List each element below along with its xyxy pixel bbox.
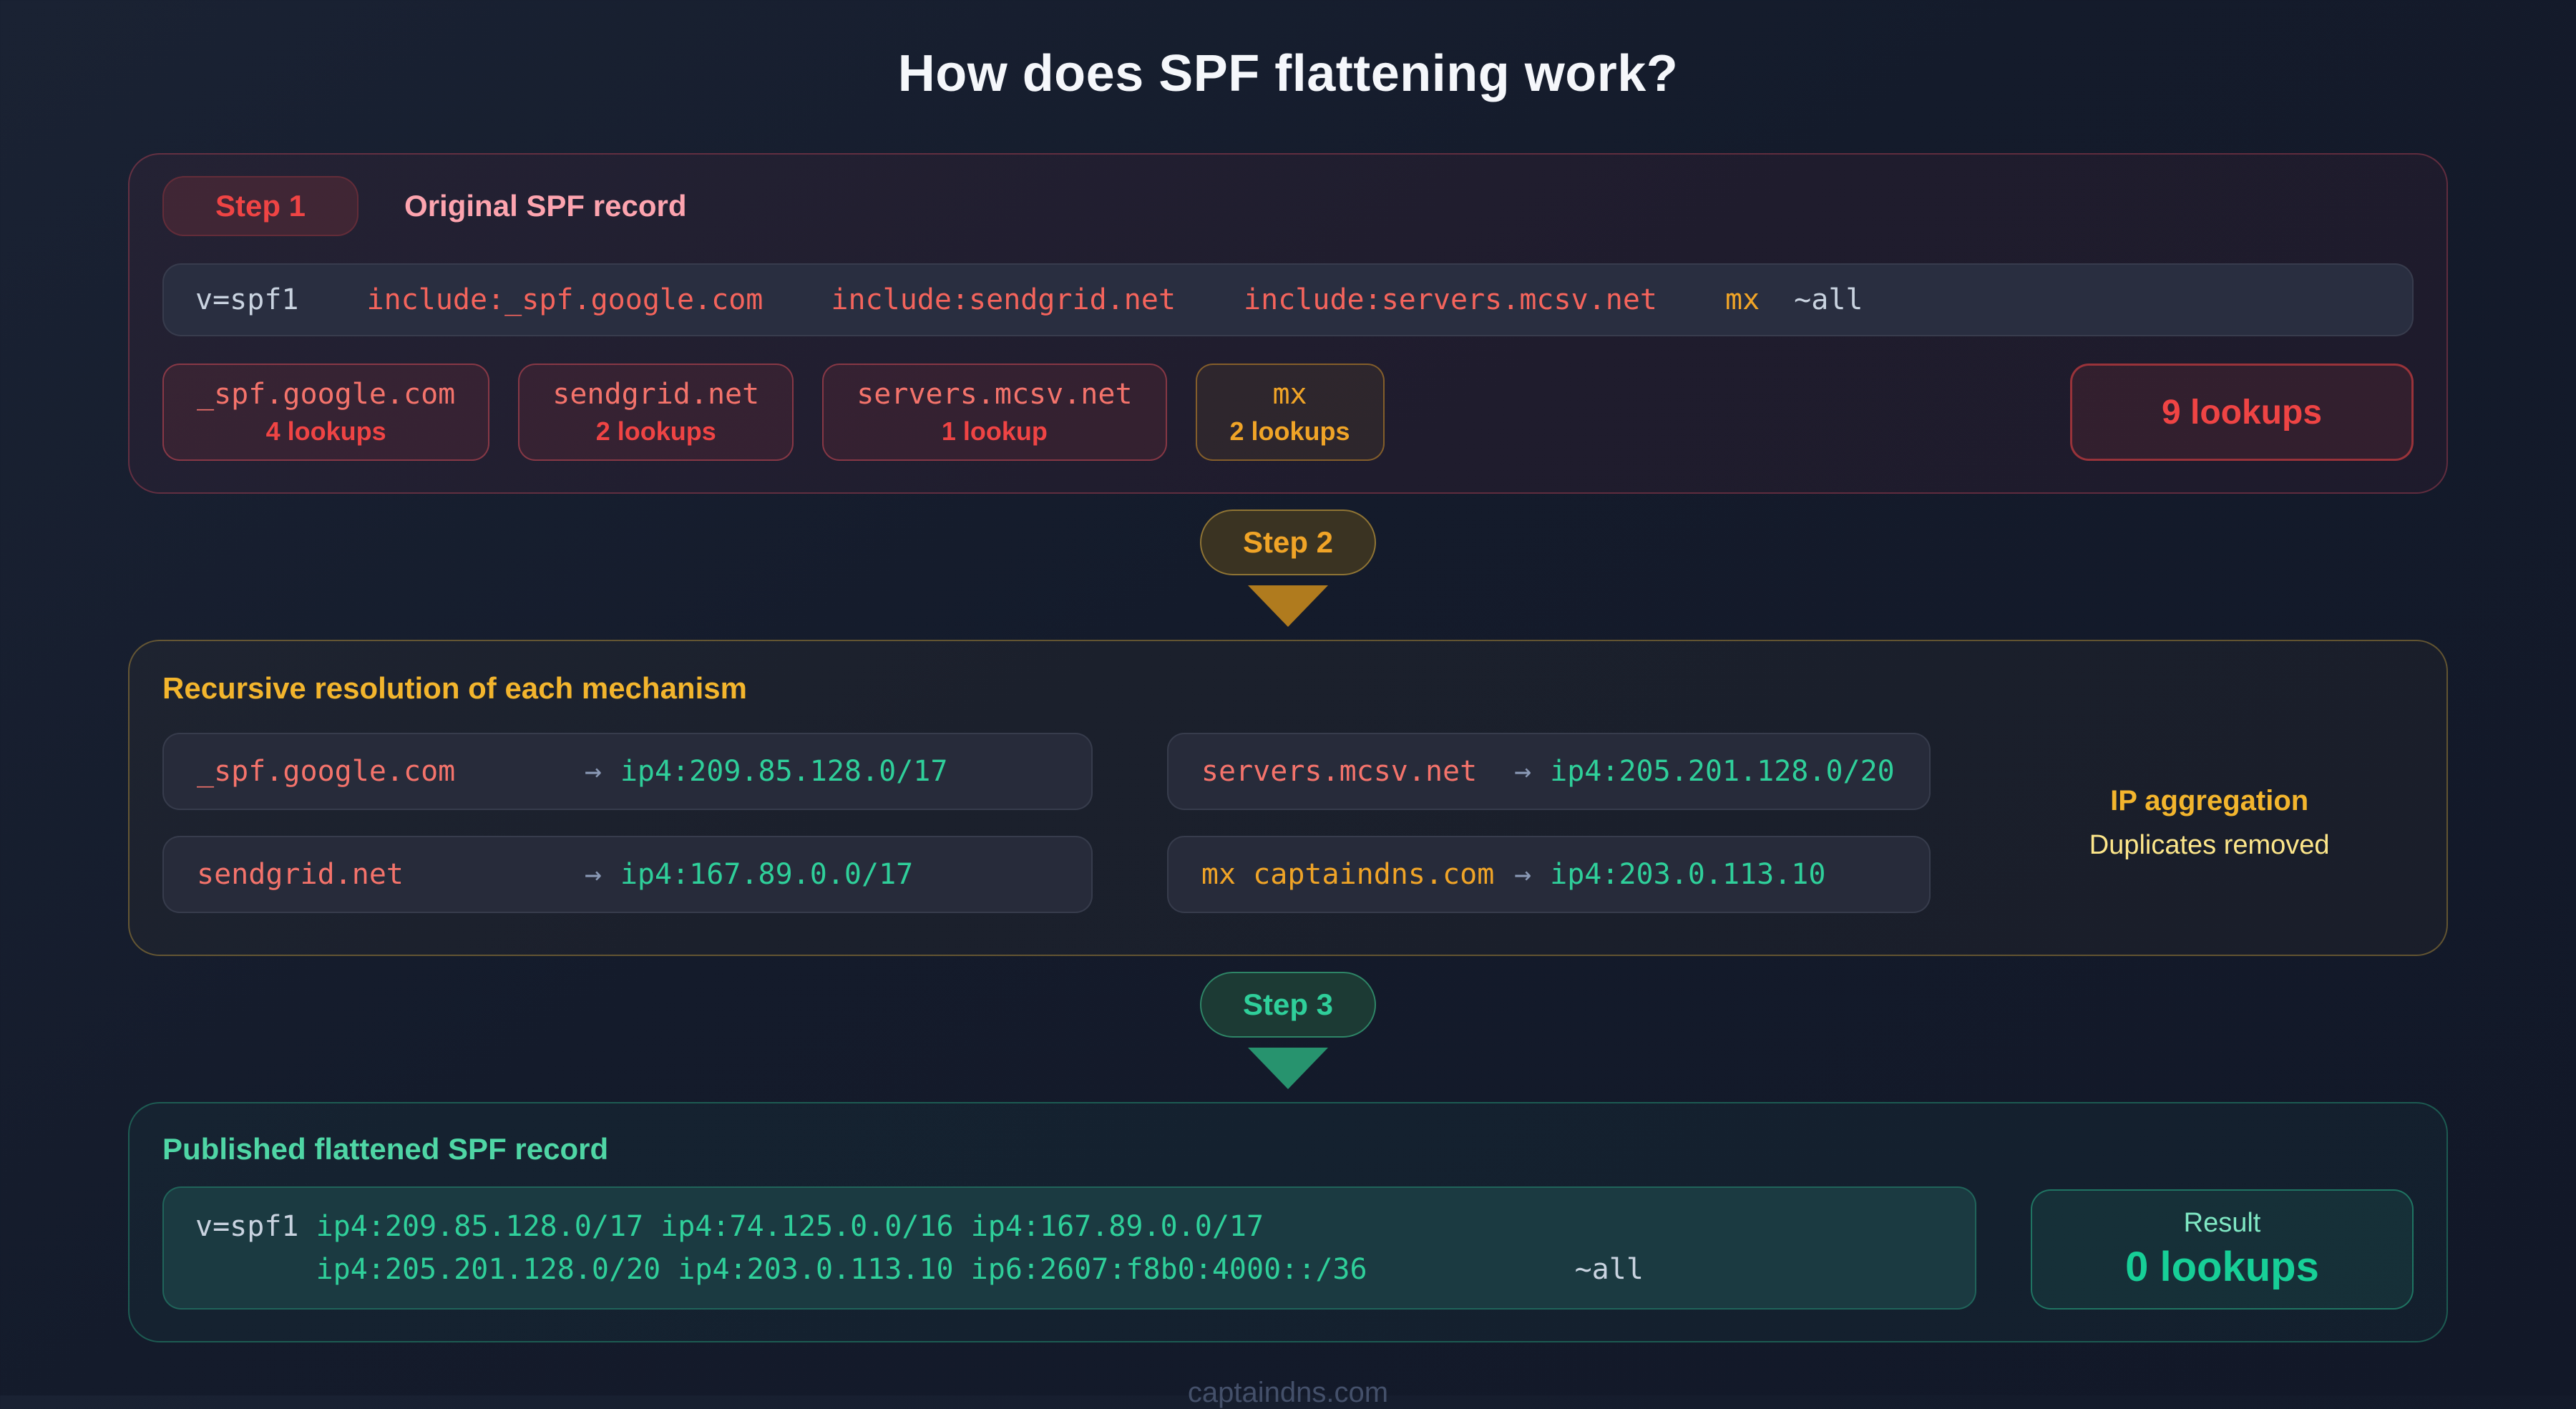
- chip-domain: sendgrid.net: [552, 378, 759, 411]
- lookup-chip-google: _spf.google.com 4 lookups: [162, 364, 489, 461]
- step2-badge: Step 2: [1200, 510, 1376, 575]
- mechanism-label: sendgrid.net: [197, 858, 585, 891]
- step1-badge: Step 1: [162, 176, 358, 236]
- aggregation-subtitle: Duplicates removed: [2089, 830, 2330, 861]
- flattened-record-line2: ip4:205.201.128.0/20 ip4:203.0.113.10 ip…: [195, 1248, 1943, 1291]
- step3-badge: Step 3: [1200, 972, 1376, 1038]
- step3-section: Published flattened SPF record v=spf1 ip4…: [128, 1102, 2448, 1342]
- aggregation-title: IP aggregation: [2089, 785, 2330, 817]
- spf-version-token: v=spf1: [195, 283, 299, 316]
- site-credit: captaindns.com: [128, 1377, 2448, 1409]
- chip-domain: mx: [1230, 378, 1350, 411]
- step3-connector: Step 3: [128, 972, 2448, 1089]
- chip-count: 2 lookups: [1230, 416, 1350, 447]
- total-lookups-badge: 9 lookups: [2070, 364, 2414, 461]
- mechanism-label: mx captaindns.com: [1201, 858, 1514, 891]
- lookup-chip-mcsv: servers.mcsv.net 1 lookup: [822, 364, 1166, 461]
- flattened-spf-record: v=spf1 ip4:209.85.128.0/17 ip4:74.125.0.0…: [162, 1186, 1976, 1310]
- chip-domain: servers.mcsv.net: [857, 378, 1132, 411]
- ip-aggregation-note: IP aggregation Duplicates removed: [2089, 785, 2330, 861]
- lookup-chip-sendgrid: sendgrid.net 2 lookups: [518, 364, 794, 461]
- chip-domain: _spf.google.com: [197, 378, 455, 411]
- chip-count: 4 lookups: [197, 416, 455, 447]
- all-token: ~all: [1575, 1248, 1644, 1291]
- resolved-ip: ip4:203.0.113.10: [1550, 858, 1825, 891]
- step2-heading: Recursive resolution of each mechanism: [162, 671, 2414, 706]
- resolution-row: _spf.google.com → ip4:209.85.128.0/17: [162, 733, 1093, 810]
- infographic-page: How does SPF flattening work? Step 1 Ori…: [0, 0, 2576, 1395]
- arrow-right-icon: →: [1514, 858, 1531, 891]
- resolved-ip: ip4:205.201.128.0/20: [1550, 755, 1895, 788]
- arrow-down-icon: [1248, 585, 1328, 627]
- include-token-google: include:_spf.google.com: [367, 283, 763, 316]
- step2-section: Recursive resolution of each mechanism _…: [128, 640, 2448, 956]
- lookup-chips-row: _spf.google.com 4 lookups sendgrid.net 2…: [162, 364, 2414, 461]
- arrow-right-icon: →: [585, 858, 602, 891]
- step3-body: v=spf1 ip4:209.85.128.0/17 ip4:74.125.0.0…: [162, 1186, 2414, 1310]
- ip4-tokens-line1: ip4:209.85.128.0/17 ip4:74.125.0.0/16 ip…: [316, 1210, 1264, 1243]
- step2-connector: Step 2: [128, 510, 2448, 627]
- flattened-record-line1: v=spf1 ip4:209.85.128.0/17 ip4:74.125.0.0…: [195, 1205, 1943, 1248]
- arrow-down-icon: [1248, 1048, 1328, 1089]
- page-title: How does SPF flattening work?: [128, 44, 2448, 103]
- result-value: 0 lookups: [2125, 1243, 2319, 1291]
- original-spf-record: v=spf1 include:_spf.google.com include:s…: [162, 263, 2414, 336]
- resolved-ip: ip4:209.85.128.0/17: [620, 755, 948, 788]
- lookup-chip-mx: mx 2 lookups: [1196, 364, 1385, 461]
- include-token-sendgrid: include:sendgrid.net: [831, 283, 1176, 316]
- all-token: ~all: [1794, 283, 1863, 316]
- chip-count: 2 lookups: [552, 416, 759, 447]
- step1-heading: Original SPF record: [404, 189, 686, 223]
- ip-tokens-line2: ip4:205.201.128.0/20 ip4:203.0.113.10 ip…: [316, 1248, 1367, 1291]
- spf-version-token: v=spf1: [195, 1210, 299, 1243]
- chip-count: 1 lookup: [857, 416, 1132, 447]
- mechanism-label: _spf.google.com: [197, 755, 585, 788]
- step1-header: Step 1 Original SPF record: [162, 176, 2414, 236]
- step3-heading: Published flattened SPF record: [162, 1132, 2414, 1166]
- result-label: Result: [2184, 1208, 2261, 1239]
- resolution-grid: _spf.google.com → ip4:209.85.128.0/17 se…: [162, 733, 2414, 913]
- resolution-row: mx captaindns.com → ip4:203.0.113.10: [1167, 836, 1931, 913]
- mx-token: mx: [1725, 283, 1760, 316]
- result-badge: Result 0 lookups: [2031, 1189, 2414, 1310]
- resolution-row: servers.mcsv.net → ip4:205.201.128.0/20: [1167, 733, 1931, 810]
- resolved-ip: ip4:167.89.0.0/17: [620, 858, 913, 891]
- arrow-right-icon: →: [1514, 755, 1531, 788]
- resolution-row: sendgrid.net → ip4:167.89.0.0/17: [162, 836, 1093, 913]
- mechanism-label: servers.mcsv.net: [1201, 755, 1514, 788]
- arrow-right-icon: →: [585, 755, 602, 788]
- include-token-mcsv: include:servers.mcsv.net: [1244, 283, 1657, 316]
- step1-section: Step 1 Original SPF record v=spf1 includ…: [128, 153, 2448, 494]
